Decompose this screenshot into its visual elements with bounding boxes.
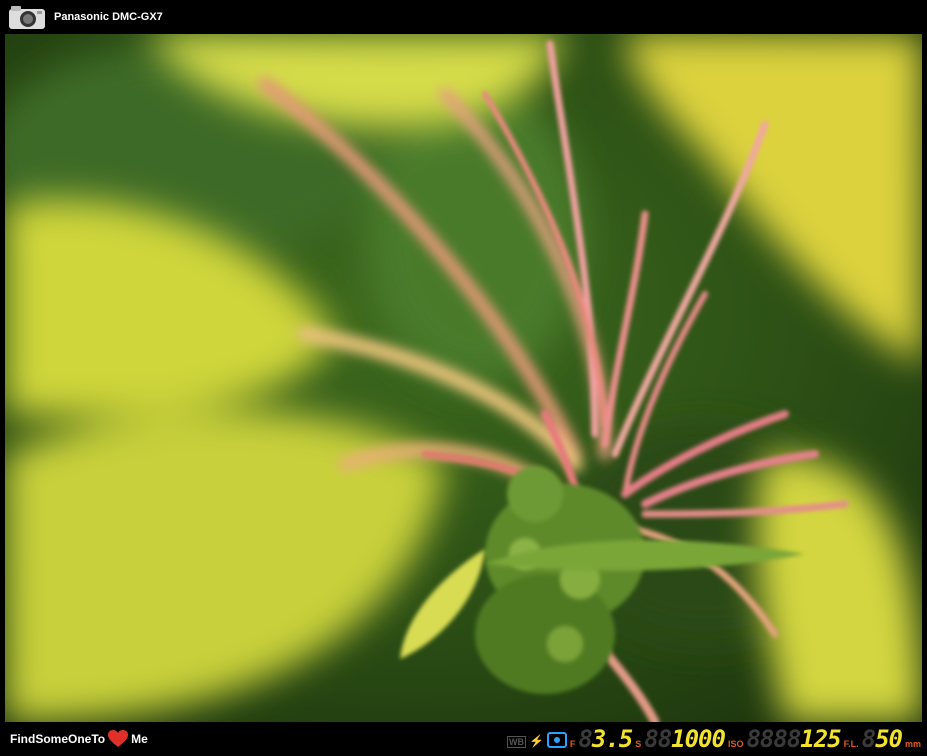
focal-length-ghost-digits: 8 [861, 725, 876, 753]
flash-icon: ⚡ [528, 734, 544, 748]
aperture-value: 3.5 [591, 725, 633, 753]
camera-model: Panasonic DMC-GX7 [54, 11, 163, 23]
focal-length-display: 850 [861, 725, 903, 753]
aperture-ghost-digits: 8 [578, 725, 592, 753]
heart-icon [108, 730, 129, 747]
bottom-bar: FindSomeOneTo Me WB ⚡ F 83.5 S 881000 IS… [0, 722, 927, 756]
iso-ghost-digits: 8888 [746, 725, 801, 753]
top-bar: Panasonic DMC-GX7 [0, 0, 927, 34]
focal-length-suffix: mm [904, 739, 921, 749]
aperture-unit: F [569, 739, 576, 749]
metering-icon [546, 732, 567, 748]
brand-text-left: FindSomeOneTo [10, 732, 106, 746]
exif-readout: WB ⚡ F 83.5 S 881000 ISO 8888125 F.L. 85… [506, 724, 921, 754]
shutter-display: 881000 [644, 725, 726, 753]
iso-display: 8888125 [746, 725, 841, 753]
focal-length-unit: F.L. [843, 739, 859, 749]
camera-icon [9, 6, 45, 29]
iso-value: 125 [800, 725, 841, 753]
photo [5, 34, 922, 722]
focal-length-value: 50 [875, 725, 903, 753]
iso-unit: ISO [727, 739, 744, 749]
shutter-ghost-digits: 88 [644, 725, 672, 753]
shutter-value: 1000 [671, 725, 726, 753]
brand-logo: FindSomeOneTo Me [10, 730, 148, 748]
white-balance-icon: WB [506, 736, 526, 748]
shutter-unit: S [635, 739, 642, 749]
plant-photo-image [5, 34, 922, 722]
brand-text-right: Me [131, 732, 148, 746]
aperture-display: 83.5 [578, 725, 633, 753]
